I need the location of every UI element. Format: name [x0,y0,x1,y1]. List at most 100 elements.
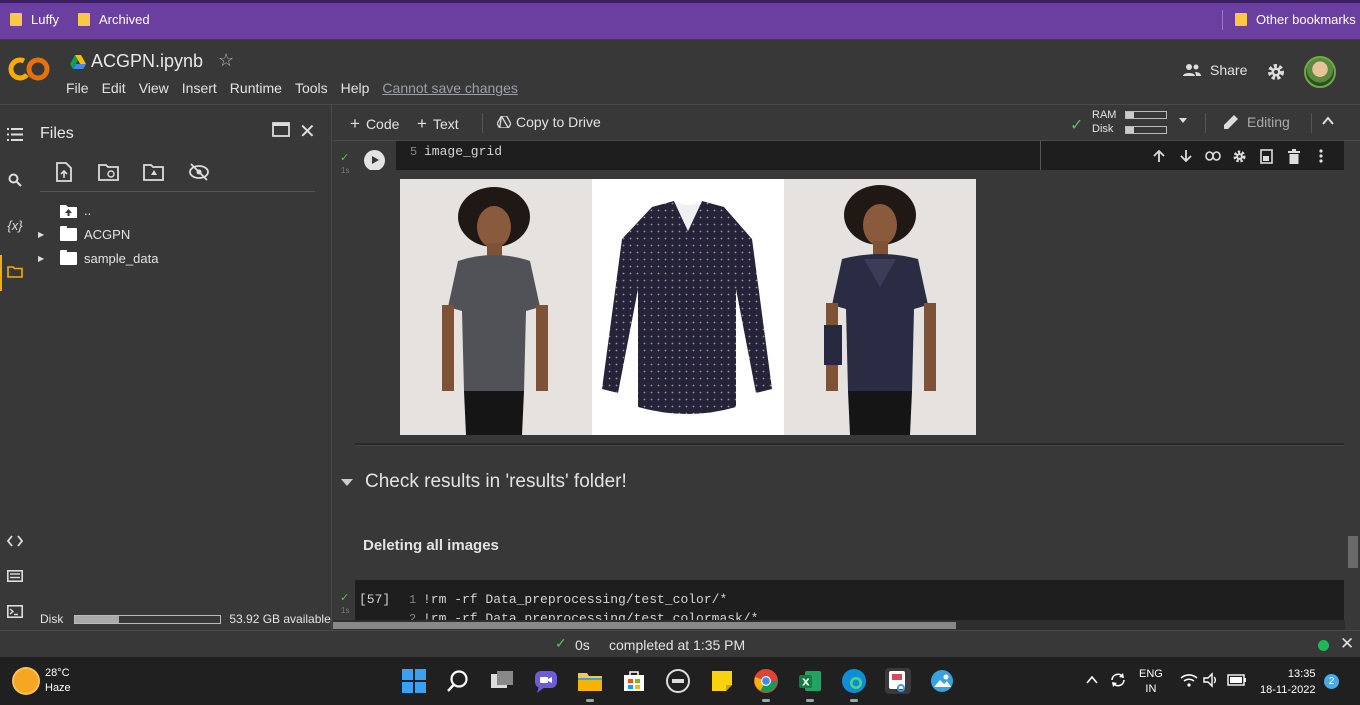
bookmark-archived[interactable]: Archived [78,12,150,27]
more-options-icon[interactable] [1311,148,1330,164]
chevron-down-icon[interactable] [1179,118,1187,123]
menu-insert[interactable]: Insert [182,80,217,96]
sync-icon[interactable] [1108,670,1128,690]
add-text-button[interactable]: + Text [417,114,459,134]
excel-icon[interactable]: X [797,668,823,702]
chevron-up-icon[interactable] [1086,675,1098,685]
star-icon[interactable]: ☆ [218,50,234,71]
editing-mode-button[interactable]: Editing [1223,114,1290,130]
menu-help[interactable]: Help [341,80,370,96]
colab-logo-icon[interactable] [8,55,50,83]
tree-item-sample-data[interactable]: ▶ sample_data [38,250,158,266]
user-avatar[interactable] [1304,56,1336,88]
tree-item-parent[interactable]: .. [38,203,91,218]
connection-status-dot [1318,640,1329,651]
files-folder-icon[interactable] [6,263,24,281]
folder-icon [60,226,77,241]
refresh-folder-icon[interactable] [97,161,121,183]
close-icon[interactable]: ✕ [1340,634,1354,654]
add-code-button[interactable]: + Code [350,114,399,134]
wifi-icon[interactable] [1180,672,1198,688]
plus-icon: + [350,114,360,133]
file-explorer-icon[interactable] [577,668,603,702]
microsoft-store-icon[interactable] [621,668,647,694]
language-indicator[interactable]: ENG IN [1139,667,1163,697]
mirror-cell-icon[interactable] [1257,148,1276,164]
chevron-up-icon[interactable] [1321,114,1335,128]
link-icon[interactable] [1203,148,1222,164]
cell-run-time: 1s [341,166,350,175]
resources-indicator[interactable]: ✓ RAM Disk [1070,109,1175,137]
mount-drive-icon[interactable] [142,161,166,183]
cell-run-time: 1s [341,606,350,615]
code-snippets-icon[interactable] [6,532,24,550]
close-icon[interactable]: ✕ [299,119,316,144]
bookmark-folder-icon [10,13,22,26]
command-palette-icon[interactable] [6,567,24,585]
folder-icon [60,250,77,265]
bookmark-label: Archived [99,12,150,27]
horizontal-scrollbar[interactable] [333,620,1345,630]
table-of-contents-icon[interactable] [6,125,24,143]
delete-icon[interactable] [1284,148,1303,164]
terminal-icon[interactable] [6,602,24,620]
bookmark-luffy[interactable]: Luffy [10,12,59,27]
copy-to-drive-button[interactable]: Copy to Drive [497,114,601,130]
task-view-icon[interactable] [489,668,515,694]
run-cell-button[interactable] [364,150,385,171]
collapse-section-icon[interactable] [341,478,353,486]
settings-gear-icon[interactable] [1266,62,1286,82]
hide-files-icon[interactable] [187,161,211,183]
dell-icon[interactable] [665,668,691,694]
variables-icon[interactable]: {x} [6,216,24,234]
tree-item-label: ACGPN [84,227,131,242]
search-icon[interactable] [6,171,24,189]
notebook-title[interactable]: ACGPN.ipynb [70,51,203,72]
scrollbar-thumb[interactable] [333,622,956,629]
bookmark-other[interactable]: Other bookmarks [1235,12,1356,27]
clock[interactable]: 13:35 18-11-2022 [1260,666,1316,698]
menu-tools[interactable]: Tools [295,80,328,96]
photos-icon[interactable] [929,668,955,694]
notebook-area: ✓ 1s 5 image_grid Check results in 'resu… [333,141,1360,630]
move-up-icon[interactable] [1149,148,1168,164]
menu-view[interactable]: View [139,80,169,96]
expand-caret-icon[interactable]: ▶ [38,254,48,263]
bookmark-label: Luffy [31,12,59,27]
share-button[interactable]: Share [1182,62,1247,78]
move-down-icon[interactable] [1176,148,1195,164]
volume-icon[interactable] [1203,672,1219,688]
vertical-scrollbar[interactable] [1348,536,1358,568]
weather-widget[interactable]: 28°C Haze [14,666,71,696]
disk-usage-fill [75,615,119,623]
files-panel-title: Files [40,125,74,142]
menu-edit[interactable]: Edit [102,80,126,96]
search-icon[interactable] [445,668,471,694]
line-number: 1 [409,593,417,607]
status-check-icon: ✓ [555,635,567,651]
text-cell[interactable]: Deleting all images [363,537,499,554]
windows-taskbar: 28°C Haze X ENG IN 13:35 18-11-2022 [0,657,1360,705]
cannot-save-link[interactable]: Cannot save changes [382,80,517,96]
edge-icon[interactable] [841,668,867,702]
open-in-tab-icon[interactable] [272,122,290,137]
sticky-notes-icon[interactable] [709,668,735,694]
menu-file[interactable]: File [66,80,89,96]
code-editor[interactable]: 5 image_grid [396,141,1040,170]
cell-settings-gear-icon[interactable] [1230,148,1249,164]
notification-badge[interactable]: 2 [1324,674,1339,689]
ram-bar [1125,111,1167,119]
windows-start-icon[interactable] [401,668,427,694]
expand-caret-icon[interactable]: ▶ [38,230,48,239]
upload-file-icon[interactable] [52,161,76,183]
share-label: Share [1210,62,1248,78]
chrome-icon[interactable] [753,668,779,702]
chat-icon[interactable] [533,668,559,694]
tree-item-acgpn[interactable]: ▶ ACGPN [38,226,131,242]
menu-runtime[interactable]: Runtime [230,80,282,96]
battery-icon[interactable] [1227,673,1247,687]
snipping-tool-icon[interactable] [885,668,911,694]
clock-time: 13:35 [1287,668,1316,680]
weather-sun-icon [14,669,38,693]
section-heading[interactable]: Check results in 'results' folder! [341,471,627,493]
